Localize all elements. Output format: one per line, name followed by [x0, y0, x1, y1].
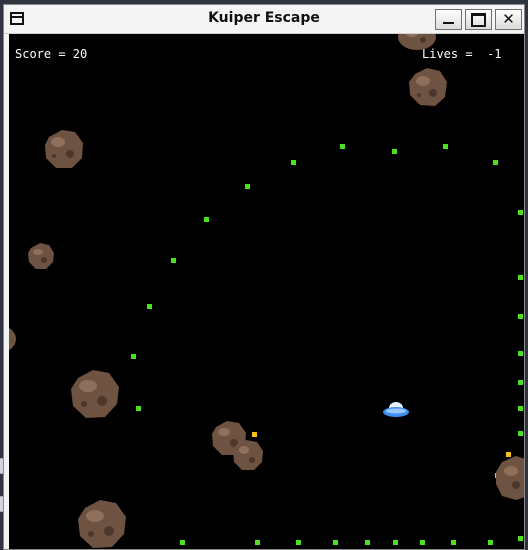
maximize-icon: [471, 12, 486, 27]
star-dot: [493, 160, 498, 165]
star-dot: [392, 149, 397, 154]
asteroid-icon: [28, 243, 54, 269]
star-dot: [393, 540, 398, 545]
minimize-icon: [443, 22, 454, 24]
star-dot: [518, 351, 523, 356]
background-window-edge: [0, 496, 3, 512]
asteroid-icon: [409, 68, 447, 106]
maximize-button[interactable]: [465, 9, 492, 30]
bonus-dot: [252, 432, 257, 437]
star-dot: [171, 258, 176, 263]
star-dot: [518, 210, 523, 215]
title-bar[interactable]: Kuiper Escape ✕: [4, 5, 524, 34]
star-dot: [296, 540, 301, 545]
minimize-button[interactable]: [435, 9, 462, 30]
score-label: Score = 20: [15, 47, 88, 61]
star-dot: [131, 354, 136, 359]
star-dot: [443, 144, 448, 149]
star-dot: [245, 184, 250, 189]
close-button[interactable]: ✕: [495, 9, 522, 30]
star-dot: [333, 540, 338, 545]
asteroid-icon: [496, 456, 524, 500]
star-dot: [340, 144, 345, 149]
star-dot: [518, 314, 523, 319]
game-window: Kuiper Escape ✕ Score = 20 Lives = -1: [3, 4, 525, 550]
asteroid-icon: [45, 130, 83, 168]
star-dot: [147, 304, 152, 309]
asteroid-icon: [71, 370, 119, 418]
asteroid-icon: [233, 440, 263, 470]
star-dot: [518, 275, 523, 280]
star-dot: [180, 540, 185, 545]
asteroid-icon: [398, 34, 436, 50]
ufo-icon: [383, 402, 409, 417]
star-dot: [518, 431, 523, 436]
star-dot: [136, 406, 141, 411]
star-dot: [255, 540, 260, 545]
star-dot: [518, 536, 523, 541]
background-window-edge: [0, 458, 3, 474]
star-dot: [518, 406, 523, 411]
star-dot: [518, 380, 523, 385]
star-dot: [204, 217, 209, 222]
star-dot: [365, 540, 370, 545]
star-dot: [420, 540, 425, 545]
asteroid-icon: [78, 500, 126, 548]
close-icon: ✕: [502, 10, 515, 28]
asteroid-icon: [9, 328, 16, 350]
star-dot: [488, 540, 493, 545]
game-canvas[interactable]: Score = 20 Lives = -1: [9, 34, 524, 549]
star-dot: [291, 160, 296, 165]
star-dot: [451, 540, 456, 545]
